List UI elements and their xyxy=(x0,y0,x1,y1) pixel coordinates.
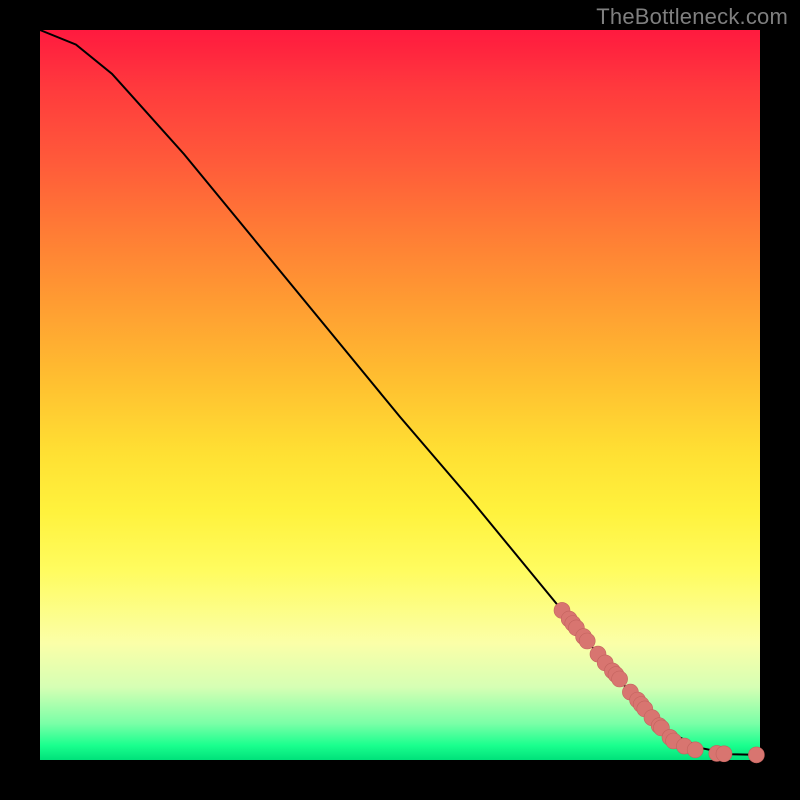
data-point xyxy=(687,742,703,758)
data-point xyxy=(748,747,764,763)
data-point xyxy=(612,671,628,687)
watermark-text: TheBottleneck.com xyxy=(596,4,788,30)
chart-frame: TheBottleneck.com xyxy=(0,0,800,800)
data-point xyxy=(579,633,595,649)
curve-line xyxy=(40,30,760,755)
scatter-points xyxy=(554,602,764,763)
chart-svg xyxy=(40,30,760,760)
plot-area xyxy=(40,30,760,760)
data-point xyxy=(716,746,732,762)
